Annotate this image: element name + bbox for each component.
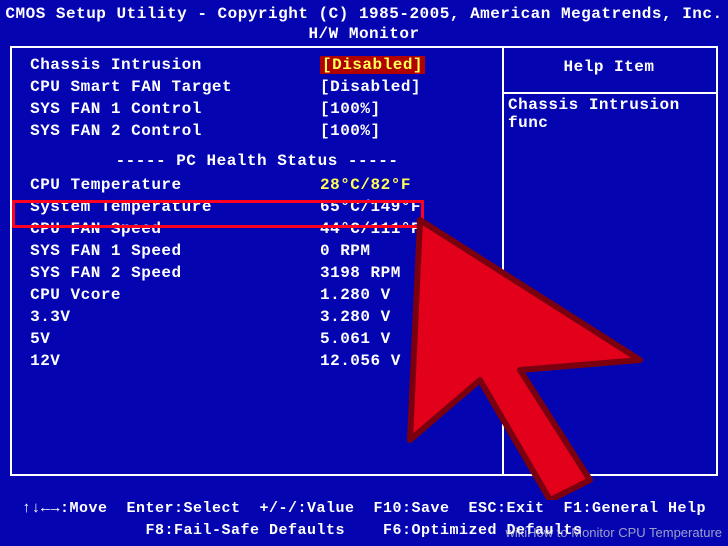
health-label: SYS FAN 2 Speed bbox=[20, 262, 320, 284]
setting-label: SYS FAN 2 Control bbox=[20, 120, 320, 142]
health-row-cpu-fan-speed: CPU FAN Speed44°C/111°F bbox=[20, 218, 494, 240]
help-pane: Help Item Chassis Intrusion func bbox=[502, 48, 716, 474]
setting-label: SYS FAN 1 Control bbox=[20, 98, 320, 120]
health-value: 1.280 V bbox=[320, 284, 494, 306]
setting-row-sys-fan-1-control[interactable]: SYS FAN 1 Control[100%] bbox=[20, 98, 494, 120]
setting-value[interactable]: [100%] bbox=[320, 120, 494, 142]
setting-value[interactable]: [Disabled] bbox=[320, 54, 494, 76]
help-body: Chassis Intrusion func bbox=[502, 86, 716, 142]
health-label: 3.3V bbox=[20, 306, 320, 328]
setting-row-cpu-smart-fan-target[interactable]: CPU Smart FAN Target[Disabled] bbox=[20, 76, 494, 98]
title-line-2: H/W Monitor bbox=[0, 24, 728, 44]
health-value: 0 RPM bbox=[320, 240, 494, 262]
setting-label: CPU Smart FAN Target bbox=[20, 76, 320, 98]
health-label: CPU Temperature bbox=[20, 174, 320, 196]
health-label: System Temperature bbox=[20, 196, 320, 218]
health-value: 3.280 V bbox=[320, 306, 494, 328]
health-status-heading: ----- PC Health Status ----- bbox=[20, 150, 494, 172]
health-row-5v: 5V5.061 V bbox=[20, 328, 494, 350]
help-title: Help Item bbox=[502, 48, 716, 86]
setting-value[interactable]: [100%] bbox=[320, 98, 494, 120]
health-row-sys-fan-1-speed: SYS FAN 1 Speed0 RPM bbox=[20, 240, 494, 262]
title-line-1: CMOS Setup Utility - Copyright (C) 1985-… bbox=[0, 4, 728, 24]
watermark-text: wikiHow to Monitor CPU Temperature bbox=[506, 525, 723, 540]
health-label: CPU Vcore bbox=[20, 284, 320, 306]
main-frame: Chassis Intrusion[Disabled] CPU Smart FA… bbox=[10, 46, 718, 476]
title-bar: CMOS Setup Utility - Copyright (C) 1985-… bbox=[0, 0, 728, 44]
health-value: 65°C/149°F bbox=[320, 196, 494, 218]
health-row-system-temperature: System Temperature65°C/149°F bbox=[20, 196, 494, 218]
health-value: 3198 RPM bbox=[320, 262, 494, 284]
health-row-cpu-temperature: CPU Temperature28°C/82°F bbox=[20, 174, 494, 196]
health-label: 12V bbox=[20, 350, 320, 372]
health-label: CPU FAN Speed bbox=[20, 218, 320, 240]
setting-label: Chassis Intrusion bbox=[20, 54, 320, 76]
footer-line-1: ↑↓←→:Move Enter:Select +/-/:Value F10:Sa… bbox=[0, 498, 728, 520]
health-row-12v: 12V12.056 V bbox=[20, 350, 494, 372]
setting-value[interactable]: [Disabled] bbox=[320, 76, 494, 98]
health-row-cpu-vcore: CPU Vcore1.280 V bbox=[20, 284, 494, 306]
settings-pane: Chassis Intrusion[Disabled] CPU Smart FA… bbox=[12, 48, 502, 474]
health-value: 12.056 V bbox=[320, 350, 494, 372]
setting-row-sys-fan-2-control[interactable]: SYS FAN 2 Control[100%] bbox=[20, 120, 494, 142]
health-label: 5V bbox=[20, 328, 320, 350]
setting-row-chassis-intrusion[interactable]: Chassis Intrusion[Disabled] bbox=[20, 54, 494, 76]
health-row-3.3v: 3.3V3.280 V bbox=[20, 306, 494, 328]
health-value: 5.061 V bbox=[320, 328, 494, 350]
health-label: SYS FAN 1 Speed bbox=[20, 240, 320, 262]
health-row-sys-fan-2-speed: SYS FAN 2 Speed3198 RPM bbox=[20, 262, 494, 284]
health-value: 44°C/111°F bbox=[320, 218, 494, 240]
health-value: 28°C/82°F bbox=[320, 174, 494, 196]
